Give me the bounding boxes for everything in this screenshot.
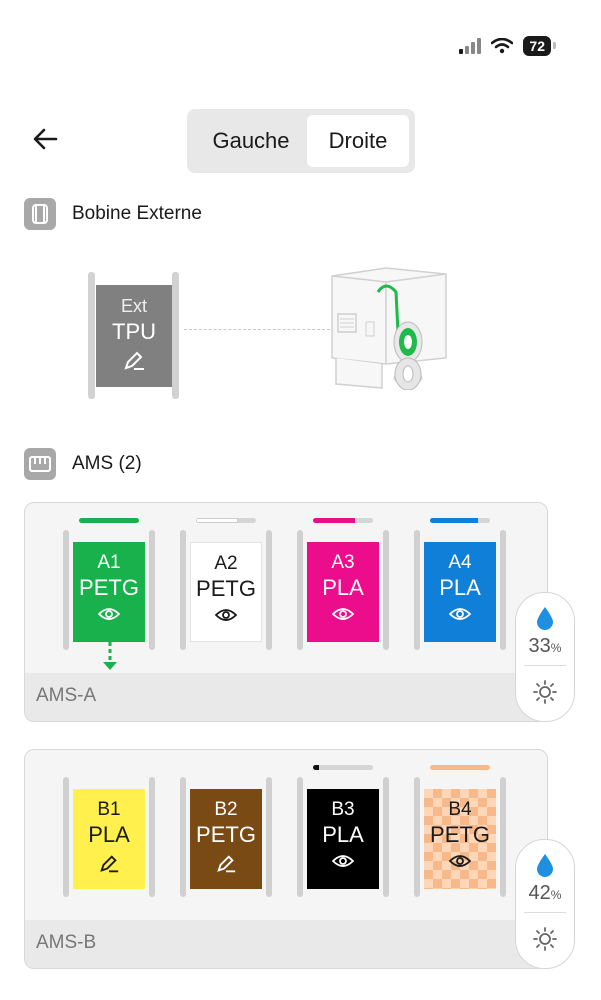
spool-icon: [24, 198, 56, 230]
feed-arrow-icon: [103, 642, 117, 670]
edit-icon: [217, 855, 236, 873]
remaining-bar: [196, 518, 256, 523]
cellular-signal-icon: [459, 38, 482, 54]
slot-material: PETG: [430, 822, 490, 847]
slot-material: PLA: [439, 575, 481, 600]
filament-card-b4[interactable]: B4 PETG: [424, 789, 496, 889]
filament-slot: B4 PETG: [414, 765, 506, 897]
slot-material: PLA: [322, 822, 364, 847]
slot-id: A4: [448, 552, 472, 573]
external-spool-label: Ext: [120, 296, 147, 316]
eye-icon: [214, 609, 238, 621]
external-spool-material: TPU: [112, 319, 156, 344]
slot-id: B1: [97, 799, 121, 820]
dryer-sun-icon[interactable]: [532, 926, 558, 952]
edit-icon: [100, 855, 119, 873]
filament-card-b2[interactable]: B2 PETG: [190, 789, 262, 889]
ams-unit-name: AMS-B: [36, 932, 97, 953]
spool-holder-rail: [88, 272, 95, 399]
humidity-value: 42%: [528, 882, 562, 904]
filament-card-b3[interactable]: B3 PLA: [307, 789, 379, 889]
slot-id: A3: [331, 552, 355, 573]
filament-card-b1[interactable]: B1 PLA: [73, 789, 145, 889]
status-bar: 72: [459, 36, 556, 56]
printer-illustration: [331, 267, 447, 390]
filament-path-line: [184, 329, 330, 330]
eye-icon: [448, 855, 472, 867]
filament-slot: A1 PETG: [63, 518, 155, 650]
ams-icon: [24, 448, 56, 480]
slot-id: B4: [448, 799, 472, 820]
remaining-bar: [313, 765, 373, 770]
filament-card-a3[interactable]: A3 PLA: [307, 542, 379, 642]
external-spool-card[interactable]: Ext TPU: [96, 285, 172, 387]
ams-b-humidity-control[interactable]: 42%: [515, 839, 575, 969]
eye-icon: [97, 608, 121, 620]
filament-card-a4[interactable]: A4 PLA: [424, 542, 496, 642]
filament-slot: B3 PLA: [297, 765, 389, 897]
slot-material: PLA: [322, 575, 364, 600]
filament-slot: B2 PETG: [180, 777, 272, 897]
slot-id: B3: [331, 799, 355, 820]
remaining-bar: [79, 518, 139, 523]
battery-indicator: 72: [523, 36, 556, 56]
segment-droite[interactable]: Droite: [307, 115, 409, 167]
slot-material: PETG: [79, 575, 139, 600]
eye-icon: [331, 608, 355, 620]
ams-unit-footer: AMS-B: [25, 920, 547, 968]
remaining-bar: [313, 518, 373, 523]
humidity-drop-icon: [537, 607, 553, 630]
dryer-sun-icon[interactable]: [532, 679, 558, 705]
slot-material: PETG: [196, 822, 256, 847]
filament-slot: A4 PLA: [414, 518, 506, 650]
nozzle-segmented-control: Gauche Droite: [187, 109, 415, 173]
remaining-bar: [430, 518, 490, 523]
slot-id: A2: [214, 553, 238, 574]
slot-material: PLA: [88, 822, 130, 847]
slot-id: B2: [214, 799, 238, 820]
segment-gauche[interactable]: Gauche: [195, 115, 307, 167]
edit-icon: [124, 351, 144, 370]
filament-slot: B1 PLA: [63, 777, 155, 897]
humidity-value: 33%: [528, 635, 562, 657]
wifi-icon: [491, 38, 514, 54]
external-spool-title: Bobine Externe: [72, 203, 202, 224]
slot-id: A1: [97, 552, 121, 573]
remaining-bar: [430, 765, 490, 770]
ams-section-title: AMS (2): [72, 453, 142, 474]
eye-icon: [331, 855, 355, 867]
ams-unit-name: AMS-A: [36, 685, 97, 706]
eye-icon: [448, 608, 472, 620]
filament-slot: A2 PETG: [180, 518, 272, 650]
filament-card-a1[interactable]: A1 PETG: [73, 542, 145, 642]
humidity-drop-icon: [537, 854, 553, 877]
back-arrow-icon[interactable]: [30, 124, 60, 154]
ams-a-humidity-control[interactable]: 33%: [515, 592, 575, 722]
ams-unit-footer: AMS-A: [25, 673, 547, 721]
slot-material: PETG: [196, 576, 256, 601]
filament-slot: A3 PLA: [297, 518, 389, 650]
filament-card-a2[interactable]: A2 PETG: [190, 542, 262, 642]
spool-holder-rail: [172, 272, 179, 399]
